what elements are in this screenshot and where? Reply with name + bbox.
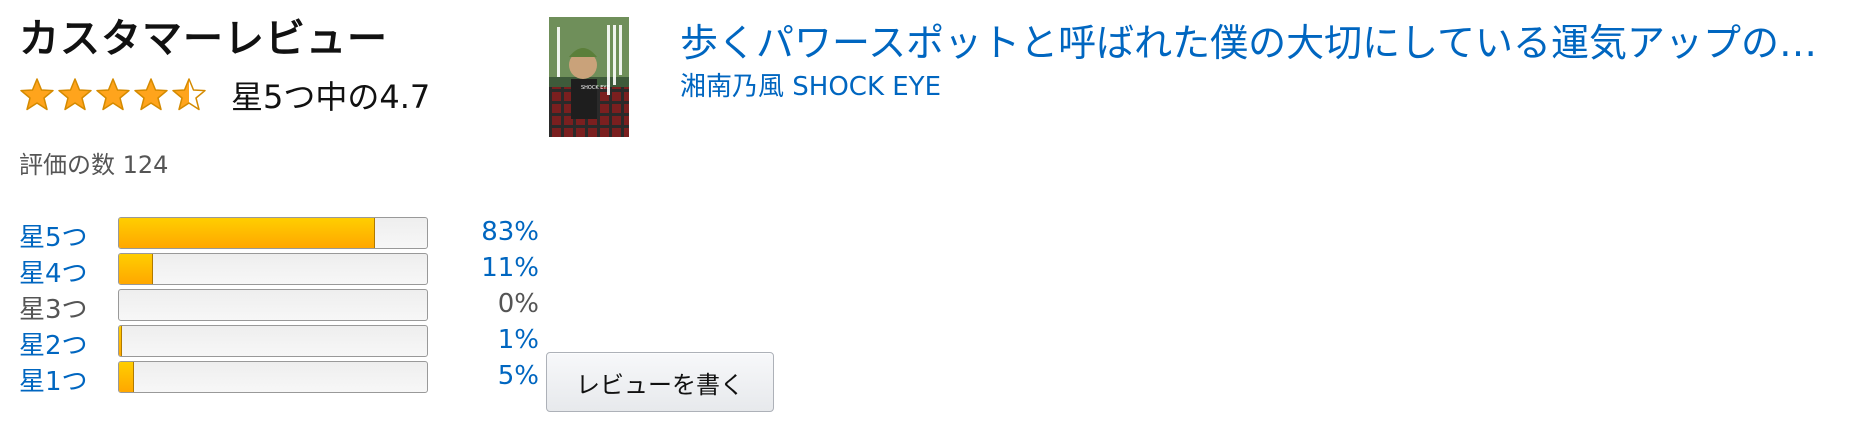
average-rating[interactable]: 星5つ中の4.7: [19, 70, 430, 120]
histogram-bar[interactable]: [118, 217, 428, 249]
ratings-count: 評価の数 124: [19, 151, 169, 179]
histogram-label[interactable]: 星5つ: [19, 217, 88, 254]
histogram-percent[interactable]: 1%: [498, 325, 539, 355]
histogram-bar-fill: [119, 218, 375, 248]
star-full-icon: [134, 78, 168, 111]
reviews-heading: カスタマーレビュー: [19, 16, 388, 62]
histogram-row-5-star[interactable]: 星5つ 83%: [19, 215, 539, 254]
product-title-link[interactable]: 歩くパワースポットと呼ばれた僕の大切にしている運気アップの習慣: [680, 12, 1840, 67]
histogram-bar-fill: [119, 362, 135, 392]
product-author-link[interactable]: 湘南乃風 SHOCK EYE: [680, 66, 941, 103]
cover-author-text: SHOCK EYE: [581, 85, 610, 91]
histogram-bar[interactable]: [118, 325, 428, 357]
star-full-icon: [96, 78, 130, 111]
star-full-icon: [58, 78, 92, 111]
histogram-bar[interactable]: [118, 253, 428, 285]
histogram-bar-fill: [119, 326, 123, 356]
histogram-label[interactable]: 星1つ: [19, 361, 88, 398]
histogram-bar: [118, 289, 428, 321]
rating-text: 星5つ中の4.7: [231, 78, 431, 116]
star-half-icon: [172, 78, 206, 111]
book-cover-image[interactable]: SHOCK EYE: [549, 17, 629, 137]
histogram-row-4-star[interactable]: 星4つ 11%: [19, 251, 539, 290]
histogram-row-2-star[interactable]: 星2つ 1%: [19, 323, 539, 362]
histogram-bar-fill: [119, 254, 153, 284]
histogram-bar[interactable]: [118, 361, 428, 393]
histogram-percent[interactable]: 83%: [481, 217, 539, 247]
histogram-percent[interactable]: 11%: [481, 253, 539, 283]
histogram-percent: 0%: [497, 289, 539, 319]
histogram-row-3-star: 星3つ 0%: [19, 287, 539, 325]
histogram-row-1-star[interactable]: 星1つ 5%: [19, 359, 539, 398]
histogram-label: 星3つ: [19, 295, 88, 325]
star-full-icon: [20, 78, 54, 111]
histogram-percent[interactable]: 5%: [498, 361, 539, 391]
book-cover-art: SHOCK EYE: [549, 17, 629, 137]
write-review-button[interactable]: レビューを書く: [546, 352, 774, 412]
star-rating-icons: [19, 77, 207, 113]
histogram-label[interactable]: 星4つ: [19, 253, 88, 290]
histogram-label[interactable]: 星2つ: [19, 325, 88, 362]
